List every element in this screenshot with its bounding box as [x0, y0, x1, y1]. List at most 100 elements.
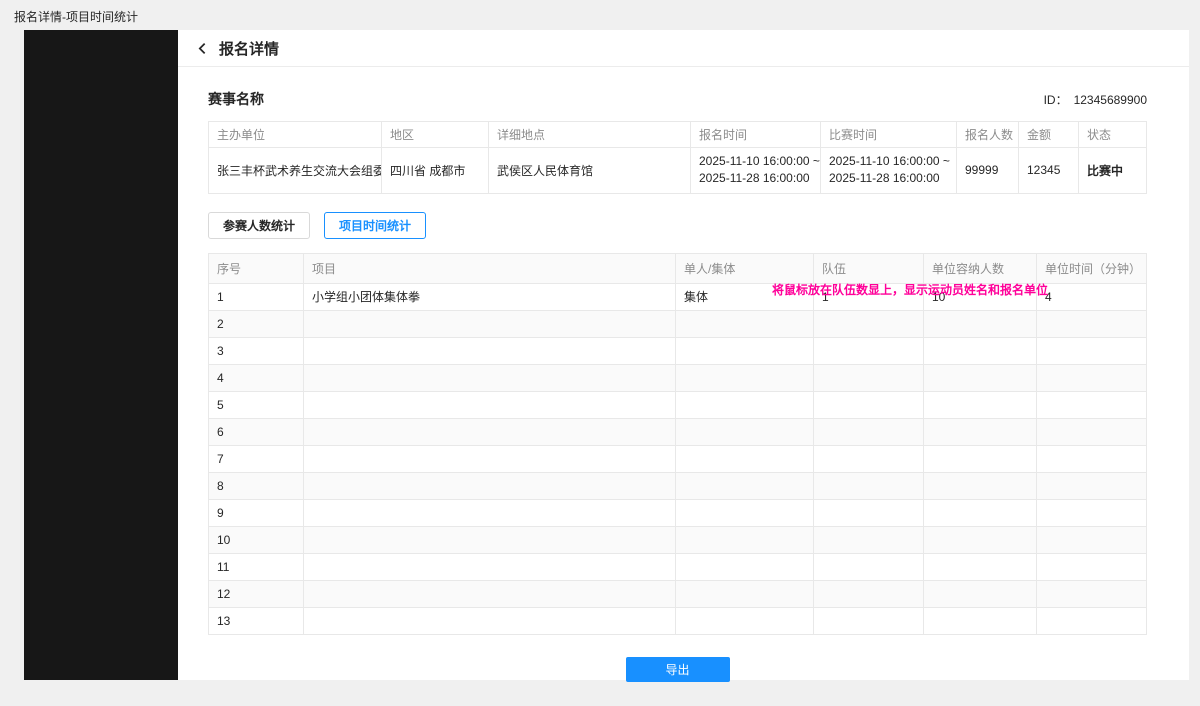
cell-capacity: 10 [924, 283, 1037, 310]
table-row: 12 [209, 580, 1147, 607]
cell-team [814, 499, 924, 526]
cell-no: 12 [209, 580, 304, 607]
chevron-left-icon [196, 42, 209, 55]
cell-amount: 12345 [1019, 148, 1079, 194]
cell-capacity [924, 337, 1037, 364]
cell-type: 集体 [676, 283, 814, 310]
cell-team[interactable]: 1 [814, 283, 924, 310]
column-header: 单人/集体 [676, 253, 814, 283]
table-row: 1小学组小团体集体拳集体1104 [209, 283, 1147, 310]
cell-capacity [924, 418, 1037, 445]
cell-time [1037, 418, 1147, 445]
cell-project [304, 526, 676, 553]
cell-time [1037, 526, 1147, 553]
cell-time [1037, 499, 1147, 526]
table-row: 2 [209, 310, 1147, 337]
cell-time [1037, 472, 1147, 499]
cell-type [676, 499, 814, 526]
table-row: 3 [209, 337, 1147, 364]
cell-capacity [924, 580, 1037, 607]
cell-time [1037, 337, 1147, 364]
cell-no: 6 [209, 418, 304, 445]
cell-project [304, 607, 676, 634]
project-table-body: 1小学组小团体集体拳集体11042345678910111213 [209, 283, 1147, 634]
status-badge: 比赛中 [1079, 148, 1147, 194]
cell-project [304, 418, 676, 445]
cell-project [304, 580, 676, 607]
event-section: 赛事名称 ID：12345689900 主办单位 地区 详细地点 [208, 89, 1147, 194]
table-row: 6 [209, 418, 1147, 445]
cell-time: 4 [1037, 283, 1147, 310]
column-header: 序号 [209, 253, 304, 283]
cell-no: 9 [209, 499, 304, 526]
cell-match-time: 2025-11-10 16:00:00 ~ 2025-11-28 16:00:0… [821, 148, 957, 194]
cell-capacity [924, 391, 1037, 418]
table-row: 8 [209, 472, 1147, 499]
cell-capacity [924, 364, 1037, 391]
export-button[interactable]: 导出 [626, 657, 730, 682]
tab-participant-count-stats[interactable]: 参赛人数统计 [208, 212, 310, 239]
cell-time [1037, 580, 1147, 607]
cell-team [814, 472, 924, 499]
column-header: 详细地点 [489, 122, 691, 148]
cell-team [814, 580, 924, 607]
content-area: 赛事名称 ID：12345689900 主办单位 地区 详细地点 [178, 67, 1189, 706]
cell-time [1037, 607, 1147, 634]
cell-type [676, 364, 814, 391]
cell-project [304, 445, 676, 472]
cell-project [304, 310, 676, 337]
cell-type [676, 580, 814, 607]
cell-region: 四川省 成都市 [382, 148, 489, 194]
export-row: 导出 [208, 657, 1147, 706]
cell-type [676, 607, 814, 634]
cell-no: 8 [209, 472, 304, 499]
cell-project: 小学组小团体集体拳 [304, 283, 676, 310]
column-header: 项目 [304, 253, 676, 283]
cell-time [1037, 364, 1147, 391]
cell-capacity [924, 499, 1037, 526]
cell-type [676, 418, 814, 445]
tab-project-time-stats[interactable]: 项目时间统计 [324, 212, 426, 239]
column-header: 比赛时间 [821, 122, 957, 148]
cell-team [814, 607, 924, 634]
cell-no: 2 [209, 310, 304, 337]
app-frame: 报名详情 赛事名称 ID：12345689900 [24, 30, 1188, 680]
cell-project [304, 499, 676, 526]
sidebar [24, 30, 178, 680]
cell-team [814, 337, 924, 364]
column-header: 主办单位 [209, 122, 382, 148]
event-table-row: 张三丰杯武术养生交流大会组委会 四川省 成都市 武侯区人民体育馆 2025-11… [209, 148, 1147, 194]
cell-team [814, 553, 924, 580]
cell-project [304, 337, 676, 364]
cell-type [676, 310, 814, 337]
table-row: 5 [209, 391, 1147, 418]
cell-time [1037, 445, 1147, 472]
window-title: 报名详情-项目时间统计 [14, 8, 138, 25]
cell-type [676, 391, 814, 418]
table-row: 13 [209, 607, 1147, 634]
cell-no: 13 [209, 607, 304, 634]
cell-type [676, 337, 814, 364]
cell-location: 武侯区人民体育馆 [489, 148, 691, 194]
cell-no: 7 [209, 445, 304, 472]
column-header: 金额 [1019, 122, 1079, 148]
cell-project [304, 553, 676, 580]
cell-capacity [924, 472, 1037, 499]
cell-capacity [924, 607, 1037, 634]
cell-organizer: 张三丰杯武术养生交流大会组委会 [209, 148, 382, 194]
cell-type [676, 526, 814, 553]
project-table-header-row: 序号 项目 单人/集体 队伍 单位容纳人数 单位时间（分钟） [209, 253, 1147, 283]
cell-project [304, 364, 676, 391]
column-header: 单位容纳人数 [924, 253, 1037, 283]
column-header: 报名人数 [957, 122, 1019, 148]
table-row: 11 [209, 553, 1147, 580]
stats-tab-buttons: 参赛人数统计 项目时间统计 [208, 212, 1147, 239]
cell-time [1037, 391, 1147, 418]
cell-no: 10 [209, 526, 304, 553]
back-button[interactable] [196, 42, 209, 55]
event-table-header-row: 主办单位 地区 详细地点 报名时间 比赛时间 报名人数 金额 状态 [209, 122, 1147, 148]
table-row: 7 [209, 445, 1147, 472]
cell-no: 1 [209, 283, 304, 310]
cell-project [304, 472, 676, 499]
cell-time [1037, 553, 1147, 580]
